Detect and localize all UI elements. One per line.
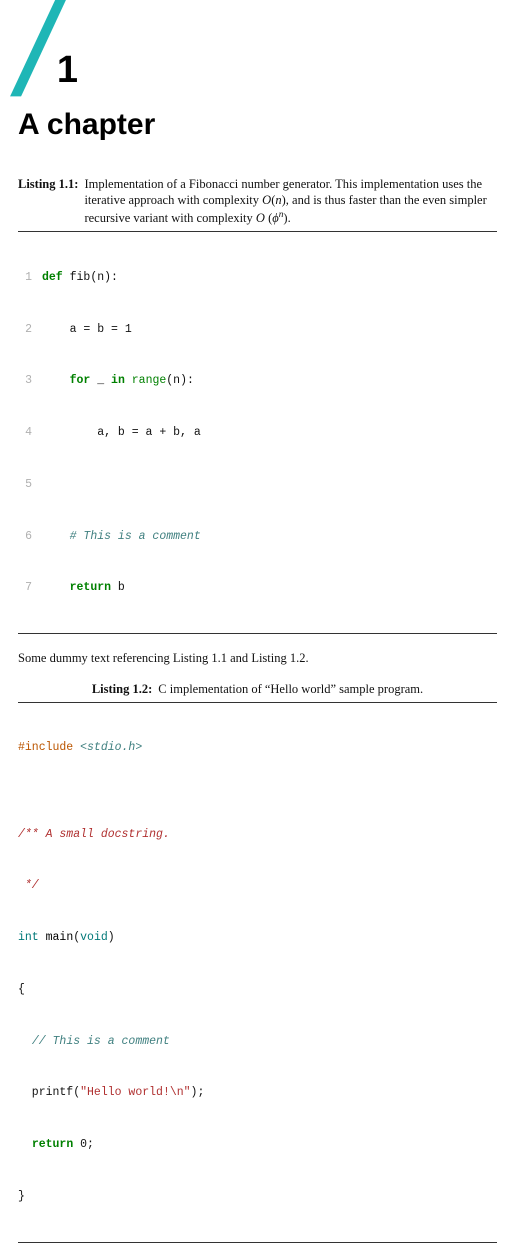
code-line: a, b = a + b, a (42, 424, 497, 441)
listing-2-caption-text: C implementation of “Hello world” sample… (158, 681, 423, 698)
math: O (262, 193, 271, 207)
chapter-number: 1 (57, 51, 78, 89)
listing-2-code: #include <stdio.h> /** A small docstring… (18, 702, 497, 1243)
line-number: 3 (18, 372, 42, 389)
code-line: # This is a comment (42, 528, 497, 545)
ref-listing-1: Listing 1.1 (173, 651, 227, 665)
code-line: // This is a comment (18, 1033, 497, 1050)
code-line: return 0; (18, 1136, 497, 1153)
ref-listing-2: Listing 1.2 (251, 651, 305, 665)
code-line: def fib(n): (42, 269, 497, 286)
code-line: a = b = 1 (42, 321, 497, 338)
listing-2-label: Listing 1.2: (92, 681, 152, 698)
code-line: /** A small docstring. (18, 826, 497, 843)
code-line: } (18, 1188, 497, 1205)
body-paragraph: Some dummy text referencing Listing 1.1 … (18, 650, 497, 667)
line-number: 4 (18, 424, 42, 441)
code-line: */ (18, 877, 497, 894)
listing-1-code: 1def fib(n): 2 a = b = 1 3 for _ in rang… (18, 231, 497, 634)
page: / 1 A chapter Listing 1.1: Implementatio… (0, 0, 515, 1243)
code-line: printf("Hello world!\n"); (18, 1084, 497, 1101)
listing-1-label: Listing 1.1: (18, 176, 78, 228)
line-number: 7 (18, 579, 42, 596)
chapter-heading: / 1 (18, 14, 497, 91)
chapter-slash-ornament: / (18, 8, 51, 85)
listing-1-caption: Listing 1.1: Implementation of a Fibonac… (18, 176, 497, 228)
code-line: for _ in range(n): (42, 372, 497, 389)
listing-2-caption: Listing 1.2: C implementation of “Hello … (18, 681, 497, 698)
line-number: 5 (18, 476, 42, 493)
code-line: { (18, 981, 497, 998)
code-line: int main(void) (18, 929, 497, 946)
line-number: 6 (18, 528, 42, 545)
code-line: return b (42, 579, 497, 596)
line-number: 2 (18, 321, 42, 338)
code-line: #include <stdio.h> (18, 739, 497, 756)
chapter-title: A chapter (18, 105, 497, 146)
code-line (42, 476, 497, 493)
listing-1-caption-text: Implementation of a Fibonacci number gen… (84, 176, 497, 228)
line-number: 1 (18, 269, 42, 286)
